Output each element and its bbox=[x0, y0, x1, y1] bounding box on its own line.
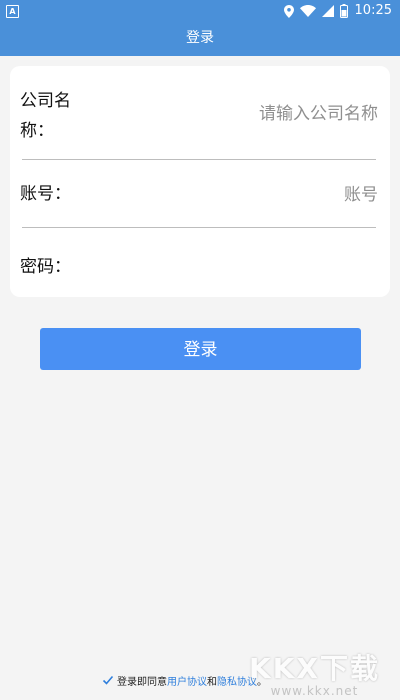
divider bbox=[22, 227, 376, 228]
company-label: 公司名称： bbox=[20, 91, 71, 141]
status-time: 10:25 bbox=[354, 3, 392, 18]
company-row: 公司名称： bbox=[10, 86, 390, 156]
password-label: 密码： bbox=[20, 257, 71, 277]
watermark-site: www.kkx.net bbox=[270, 684, 359, 698]
page-title: 登录 bbox=[0, 22, 400, 56]
watermark: KKX下载 www.kkx.net bbox=[249, 652, 380, 699]
account-label: 账号： bbox=[20, 184, 71, 204]
app-notification-icon: A bbox=[6, 5, 19, 18]
user-agreement-link[interactable]: 用户协议 bbox=[167, 673, 207, 688]
agreement-row: 登录即同意 用户协议 和 隐私协议 。 bbox=[102, 672, 267, 688]
battery-icon bbox=[340, 4, 348, 18]
wifi-icon bbox=[300, 5, 316, 17]
agreement-prefix: 登录即同意 bbox=[117, 676, 167, 688]
company-input[interactable] bbox=[156, 98, 380, 130]
password-row: 密码： bbox=[10, 252, 390, 284]
agreement-and: 和 bbox=[207, 676, 217, 688]
location-icon bbox=[284, 4, 294, 18]
status-bar: A 10:25 bbox=[0, 0, 400, 22]
divider bbox=[22, 159, 376, 160]
account-row: 账号： bbox=[10, 177, 390, 212]
checkbox-checked-icon[interactable] bbox=[102, 674, 114, 686]
account-input[interactable] bbox=[156, 179, 380, 211]
system-icons bbox=[284, 3, 348, 19]
login-button[interactable]: 登录 bbox=[40, 328, 361, 370]
login-form-card: 公司名称： 账号： 密码： bbox=[10, 66, 390, 297]
password-input[interactable] bbox=[126, 252, 380, 284]
watermark-brand: KKX下载 bbox=[249, 652, 380, 685]
signal-icon bbox=[322, 5, 334, 17]
